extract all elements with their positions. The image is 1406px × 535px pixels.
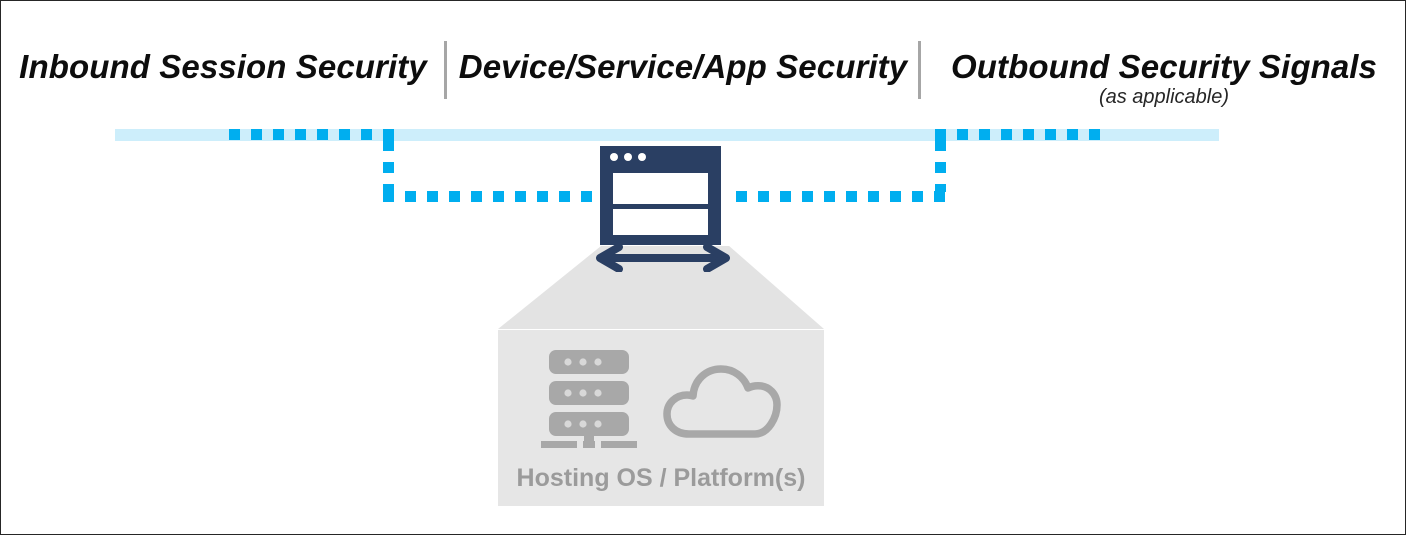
diagram-canvas: Inbound Session Security Device/Service/…: [0, 0, 1406, 535]
platform-label: Hosting OS / Platform(s): [516, 464, 806, 492]
window-panel-1: [613, 173, 708, 204]
column-heading-inbound-session-security: Inbound Session Security: [19, 48, 427, 85]
outbound-signal-path-top: [935, 129, 1100, 140]
outbound-signal-path-bottom: [736, 191, 946, 202]
window-panel-2: [613, 209, 708, 235]
hosting-platform-box: Hosting OS / Platform(s): [498, 330, 824, 506]
inbound-session-path-bottom: [383, 191, 601, 202]
server-rack-icon: [541, 348, 637, 453]
window-dot-icon-2: [624, 153, 632, 161]
window-dot-icon-1: [610, 153, 618, 161]
column-heading-device-service-app-security: Device/Service/App Security: [458, 48, 908, 85]
inbound-session-path-vertical: [383, 140, 394, 192]
browser-window-icon: [600, 146, 721, 245]
window-dot-icon-3: [638, 153, 646, 161]
column-heading-outbound-security-signals: Outbound Security Signals: [950, 48, 1378, 85]
platform-icon-group: [498, 348, 824, 449]
inbound-session-path-top: [229, 129, 394, 140]
outbound-signal-path-vertical: [935, 140, 946, 192]
column-subheading-as-applicable: (as applicable): [1098, 86, 1230, 108]
double-headed-arrow-icon: [593, 243, 733, 273]
cloud-icon: [663, 360, 781, 447]
window-titlebar: [600, 146, 721, 168]
